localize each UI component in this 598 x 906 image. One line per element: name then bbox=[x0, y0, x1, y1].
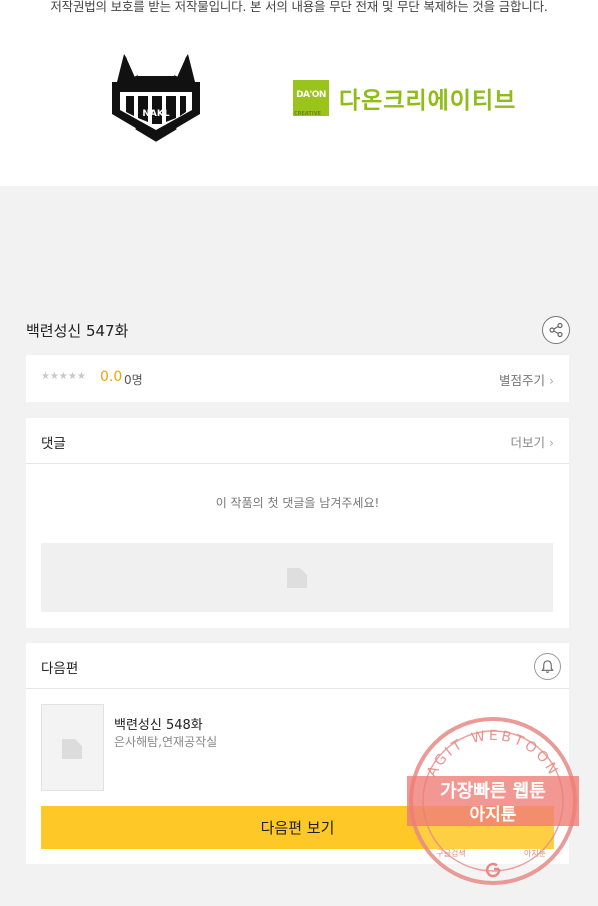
rate-button-label: 별점주기 bbox=[499, 373, 546, 388]
comments-more-label: 더보기 bbox=[510, 435, 546, 450]
comments-empty-message: 이 작품의 첫 댓글을 남겨주세요! bbox=[215, 496, 380, 510]
watermark-line2: 아지툰 bbox=[470, 805, 517, 825]
share-button[interactable] bbox=[542, 316, 570, 344]
notification-button[interactable] bbox=[534, 653, 561, 680]
next-episode-section-title: 다음편 bbox=[41, 661, 79, 677]
image-placeholder-icon bbox=[62, 739, 82, 759]
next-episode-header: 다음편 bbox=[26, 643, 569, 689]
next-episode-thumbnail[interactable] bbox=[41, 704, 104, 791]
bell-icon bbox=[541, 660, 554, 673]
rating-score: 0.0 bbox=[100, 369, 123, 385]
daon-creative-logo: DA'ON 다온크리에이티브 bbox=[293, 80, 538, 120]
rating-count: 0명 bbox=[124, 373, 143, 387]
daon-badge-subtext: CREATIVE bbox=[294, 111, 321, 117]
comments-title: 댓글 bbox=[41, 436, 66, 452]
share-icon bbox=[549, 322, 563, 338]
comments-header: 댓글 더보기 › bbox=[26, 418, 569, 464]
daon-badge-text: DA'ON bbox=[296, 90, 326, 100]
rating-card: ★★★★★ 0.0 0명 별점주기 › bbox=[26, 355, 569, 402]
rate-button[interactable]: 별점주기 › bbox=[499, 370, 554, 389]
watermark-bottom-left: 구글검색 bbox=[436, 848, 465, 858]
comments-card: 댓글 더보기 › 이 작품의 첫 댓글을 남겨주세요! bbox=[26, 418, 569, 628]
comment-input-placeholder[interactable] bbox=[41, 543, 553, 612]
watermark-bottom-right: 아지툰 bbox=[524, 848, 546, 858]
agit-webtoon-watermark: AGIT WEBTOON 가장빠른 웹툰 아지툰 구글검색 아지툰 bbox=[407, 716, 579, 886]
next-episode-author: 은사해탐,연재공작실 bbox=[114, 735, 218, 749]
next-episode-title[interactable]: 백련성신 548화 bbox=[114, 714, 203, 733]
comments-more-button[interactable]: 더보기 › bbox=[511, 432, 555, 451]
copyright-notice: 저작권법의 보호를 받는 저작물입니다. 본 서의 내용을 무단 전재 및 무단… bbox=[50, 0, 548, 14]
rating-stars-icon: ★★★★★ bbox=[41, 371, 86, 382]
svg-text:NAKL: NAKL bbox=[142, 109, 169, 119]
chevron-right-icon: › bbox=[549, 373, 554, 388]
nakl-logo-icon: NAKL bbox=[108, 46, 204, 144]
header-logos-section: 저작권법의 보호를 받는 저작물입니다. 본 서의 내용을 무단 전재 및 무단… bbox=[0, 0, 598, 186]
episode-title: 백련성신 547화 bbox=[26, 322, 129, 340]
watermark-line1: 가장빠른 웹툰 bbox=[440, 781, 546, 802]
daon-creative-name: 다온크리에이티브 bbox=[339, 88, 517, 114]
chevron-right-icon: › bbox=[549, 435, 554, 450]
image-placeholder-icon bbox=[287, 568, 307, 588]
